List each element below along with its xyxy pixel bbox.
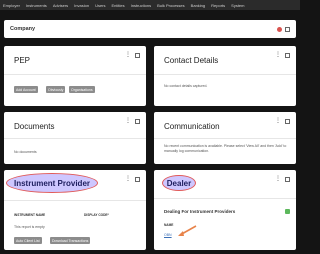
obviously-button[interactable]: Obviously <box>46 86 66 93</box>
more-options-icon[interactable]: ⋮ <box>125 176 131 182</box>
add-account-button[interactable]: Add Account <box>14 86 38 93</box>
nav-item-users[interactable]: Users <box>95 3 105 8</box>
dealer-panel: ⋮ Dealer Dealing For Instrument Provider… <box>154 170 296 250</box>
instrument-empty-text: This report is empty <box>14 225 45 229</box>
expand-icon[interactable] <box>285 52 290 58</box>
annotation-arrow-icon <box>178 225 197 236</box>
dealer-title: Dealer <box>162 175 196 191</box>
nav-item-bulk-processes[interactable]: Bulk Processes <box>157 3 185 8</box>
expand-icon[interactable] <box>135 176 140 182</box>
more-options-icon[interactable]: ⋮ <box>275 52 281 58</box>
column-name: NAME <box>164 223 174 227</box>
nav-item-instruments[interactable]: Instruments <box>26 3 47 8</box>
column-instrument-name: INSTRUMENT NAME <box>14 213 46 217</box>
instrument-provider-panel: ⋮ Instrument Provider INSTRUMENT NAME DI… <box>4 170 146 250</box>
documents-empty-text: No documents <box>14 150 37 154</box>
nav-item-employer[interactable]: Employer <box>3 3 20 8</box>
download-transactions-button[interactable]: Download Transactions <box>50 237 91 244</box>
dealer-subheading: Dealing For Instrument Providers <box>164 209 236 214</box>
auto-client-list-button[interactable]: Auto Client List <box>14 237 42 244</box>
more-options-icon[interactable]: ⋮ <box>275 176 281 182</box>
contact-empty-text: No contact details captured. <box>164 84 208 88</box>
more-options-icon[interactable]: ⋮ <box>125 118 131 124</box>
more-options-icon[interactable]: ⋮ <box>275 118 281 124</box>
alert-icon[interactable] <box>277 26 282 32</box>
expand-icon[interactable] <box>285 118 290 124</box>
communication-title: Communication <box>164 122 220 131</box>
contact-details-title: Contact Details <box>164 56 219 65</box>
documents-panel: Documents ⋮ No documents <box>4 112 146 164</box>
dealer-name-link[interactable]: OBN <box>164 233 172 237</box>
contact-details-panel: Contact Details ⋮ No contact details cap… <box>154 46 296 106</box>
nav-item-system[interactable]: System <box>231 3 244 8</box>
expand-icon[interactable] <box>285 176 290 182</box>
documents-title: Documents <box>14 122 55 131</box>
instrument-provider-title: Instrument Provider <box>6 173 98 193</box>
nav-item-advisers[interactable]: Advisers <box>53 3 68 8</box>
expand-icon[interactable] <box>135 118 140 124</box>
nav-item-invasion[interactable]: Invasion <box>74 3 89 8</box>
nav-item-reports[interactable]: Reports <box>211 3 225 8</box>
communication-empty-text: No recent communication is available. Pl… <box>164 144 287 153</box>
company-title: Company <box>10 26 36 32</box>
pep-panel: PEP ⋮ Add Account Obviously Organisation… <box>4 46 146 106</box>
expand-icon[interactable] <box>285 26 290 32</box>
expand-icon[interactable] <box>135 52 140 58</box>
nav-item-instructions[interactable]: Instructions <box>131 3 151 8</box>
export-icon[interactable] <box>285 209 290 214</box>
organisations-button[interactable]: Organisations <box>69 86 95 93</box>
pep-title: PEP <box>14 56 31 65</box>
column-display-code: DISPLAY CODE* <box>84 213 109 217</box>
communication-panel: Communication ⋮ No recent communication … <box>154 112 296 164</box>
more-options-icon[interactable]: ⋮ <box>125 52 131 58</box>
nav-item-banking[interactable]: Banking <box>191 3 205 8</box>
company-header: Company <box>4 20 296 38</box>
top-nav-bar: Employer Instruments Advisers Invasion U… <box>0 0 300 10</box>
nav-item-entities[interactable]: Entities <box>112 3 125 8</box>
